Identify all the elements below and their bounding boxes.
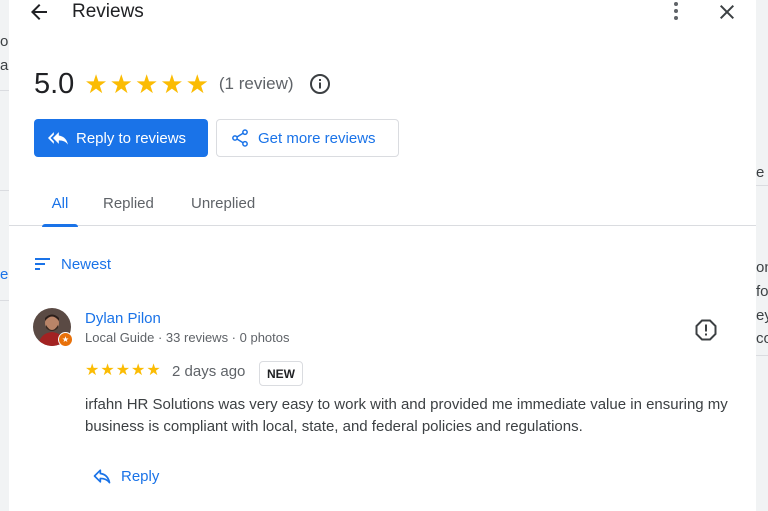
arrow-left-icon [31,4,47,20]
background-text: fo [756,283,768,300]
review-stars: ★ ★ ★ ★ ★ [85,363,161,379]
reply-label: Reply [121,467,160,485]
star-icon: ★ [146,362,161,379]
star-icon: ★ [160,69,184,99]
background-divider [756,355,768,356]
tab-unreplied[interactable]: Unreplied [191,180,255,226]
tab-label: All [51,194,69,212]
new-badge: NEW [259,361,303,386]
background-divider [0,190,9,191]
rating-stars: ★ ★ ★ ★ ★ [84,71,209,97]
more-vert-icon [674,2,678,20]
star-icon: ★ [185,69,209,99]
star-icon: ★ [85,362,100,379]
tab-label: Replied [103,194,154,212]
rating-summary: 5.0 ★ ★ ★ ★ ★ (1 review) [34,67,332,101]
review-count: (1 review) [218,74,294,93]
get-more-reviews-button[interactable]: Get more reviews [216,119,399,157]
background-page-left [0,0,9,511]
page-title: Reviews [72,1,144,22]
info-button[interactable] [308,72,332,96]
sort-label: Newest [61,255,112,273]
review-text: irfahn HR Solutions was very easy to wor… [85,396,728,435]
reviewer-meta: Local Guide · 33 reviews · 0 photos [85,330,290,345]
star-icon: ★ [115,362,131,379]
star-icon: ★ [134,69,159,99]
report-icon [695,319,717,341]
background-divider [0,300,9,301]
background-text: on [756,259,768,276]
get-more-reviews-label: Get more reviews [258,129,376,147]
info-icon [309,74,330,94]
sort-button[interactable]: Newest [34,253,111,275]
tab-all[interactable]: All [42,180,78,227]
more-options-button[interactable] [664,0,688,24]
top-bar: Reviews [9,0,756,26]
star-icon: ★ [100,362,115,379]
share-icon [232,129,248,147]
report-review-button[interactable] [694,318,718,342]
local-guide-badge-icon: ★ [58,332,73,347]
close-icon [720,5,734,19]
sort-icon [35,258,50,270]
close-button[interactable] [715,0,739,24]
review-date: 2 days ago [172,363,246,380]
star-icon: ★ [131,362,146,379]
background-divider [0,90,9,91]
average-rating: 5.0 [34,67,75,100]
review-tabs: All Replied Unreplied [9,180,756,227]
reviewer-name[interactable]: Dylan Pilon [85,310,161,327]
tab-replied[interactable]: Replied [103,180,154,226]
reviews-panel: Reviews 5.0 ★ ★ ★ ★ ★ (1 review) Reply t… [9,0,756,511]
background-page-right [756,0,768,511]
background-text: el [0,266,9,283]
background-text: ar [0,57,9,74]
star-icon: ★ [109,69,133,99]
reply-all-icon [48,132,68,145]
background-text: o [0,33,9,50]
background-text: co [756,330,768,347]
background-divider [756,185,768,186]
reply-icon [93,469,111,484]
reply-to-reviews-label: Reply to reviews [76,129,187,147]
active-tab-indicator [42,224,78,227]
reply-button[interactable]: Reply [92,465,159,487]
background-text: e n [756,164,768,181]
background-text: ey [756,307,768,324]
back-button[interactable] [27,0,51,24]
reply-to-reviews-button[interactable]: Reply to reviews [34,119,208,157]
tab-label: Unreplied [191,194,256,212]
star-icon: ★ [84,69,108,99]
